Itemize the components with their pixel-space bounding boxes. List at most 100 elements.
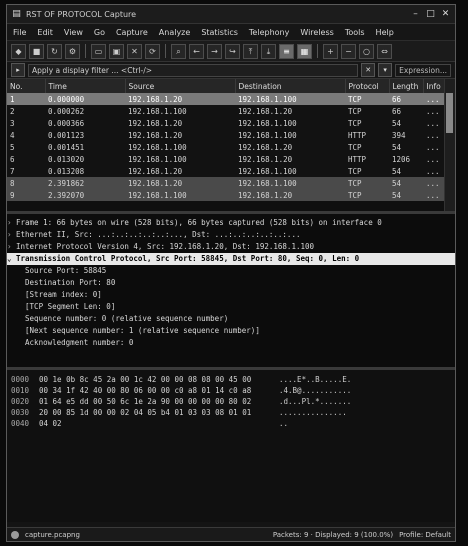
tree-field[interactable]: [TCP Segment Len: 0]	[7, 301, 455, 313]
restart-capture-icon[interactable]: ↻	[47, 43, 62, 59]
toolbar-separator	[165, 44, 166, 58]
save-file-icon[interactable]: ▣	[109, 43, 124, 59]
hex-bytes[interactable]: 00 1e 0b 8c 45 2a 00 1c 42 00 00 08 08 0…	[39, 374, 279, 385]
tree-field[interactable]: Sequence number: 0 (relative sequence nu…	[7, 313, 455, 325]
menu-edit[interactable]: Edit	[37, 28, 53, 37]
packet-protocol: TCP	[345, 189, 389, 201]
menu-file[interactable]: File	[13, 28, 26, 37]
expand-arrow-icon[interactable]: ›	[7, 229, 16, 241]
menu-telephony[interactable]: Telephony	[249, 28, 289, 37]
tree-item-tcp[interactable]: ⌄ Transmission Control Protocol, Src Port…	[7, 253, 455, 265]
start-capture-icon[interactable]: ◆	[11, 43, 26, 59]
last-packet-icon[interactable]: ⤓	[261, 43, 276, 59]
go-back-icon[interactable]: ←	[189, 43, 204, 59]
auto-scroll-icon[interactable]: ≡	[279, 43, 294, 59]
hex-offset: 0000	[11, 375, 30, 384]
menu-tools[interactable]: Tools	[345, 28, 365, 37]
minimize-button[interactable]: –	[410, 9, 421, 20]
packet-no: 5	[7, 141, 45, 153]
reload-file-icon[interactable]: ⟳	[145, 43, 160, 59]
tree-field[interactable]: Source Port: 58845	[7, 265, 455, 277]
tree-item-ipv4[interactable]: › Internet Protocol Version 4, Src: 192.1…	[7, 241, 455, 253]
hex-row[interactable]: 0000 00 1e 0b 8c 45 2a 00 1c 42 00 00 08…	[7, 374, 455, 385]
packet-row[interactable]: 6 0.013020 192.168.1.100 192.168.1.20 HTTP 12…	[7, 153, 455, 165]
go-forward-icon[interactable]: →	[207, 43, 222, 59]
expert-info-icon[interactable]	[11, 530, 19, 539]
packet-row[interactable]: 8 2.391862 192.168.1.20 192.168.1.100 TCP 54.…	[7, 177, 455, 189]
hex-row[interactable]: 0030 20 00 85 1d 00 00 02 04 05 b4 01 03…	[7, 407, 455, 418]
hex-ascii[interactable]: ...............	[279, 407, 347, 418]
hex-ascii[interactable]: ..	[279, 418, 288, 429]
menu-go[interactable]: Go	[94, 28, 105, 37]
column-header-protocol[interactable]: Protocol	[345, 79, 390, 93]
find-packet-icon[interactable]: ⌕	[171, 43, 186, 59]
display-filter-input[interactable]: Apply a display filter ... <Ctrl-/>	[28, 63, 359, 77]
packet-row[interactable]: 5 0.001451 192.168.1.100 192.168.1.20 TCP 54.…	[7, 141, 455, 153]
packet-row[interactable]: 4 0.001123 192.168.1.20 192.168.1.100 HTTP 39…	[7, 129, 455, 141]
packet-row[interactable]: 1 0.000000 192.168.1.20 192.168.1.100 TCP 66.…	[7, 93, 455, 105]
collapse-arrow-icon[interactable]: ⌄	[7, 253, 16, 265]
menu-capture[interactable]: Capture	[116, 28, 148, 37]
hex-ascii[interactable]: .4.B@...........	[279, 385, 351, 396]
tree-item-ethernet[interactable]: › Ethernet II, Src: ...:..:..:..:..:..., …	[7, 229, 455, 241]
menu-view[interactable]: View	[64, 28, 83, 37]
column-header-no[interactable]: No.	[7, 79, 46, 93]
capture-options-icon[interactable]: ⚙	[65, 43, 80, 59]
menu-statistics[interactable]: Statistics	[201, 28, 238, 37]
go-to-packet-icon[interactable]: ↪	[225, 43, 240, 59]
packet-row[interactable]: 2 0.000262 192.168.1.100 192.168.1.20 TCP 66.…	[7, 105, 455, 117]
hex-bytes[interactable]: 20 00 85 1d 00 00 02 04 05 b4 01 03 03 0…	[39, 407, 279, 418]
tree-field[interactable]: [Stream index: 0]	[7, 289, 455, 301]
column-header-time[interactable]: Time	[45, 79, 126, 93]
column-header-destination[interactable]: Destination	[235, 79, 346, 93]
packet-row[interactable]: 3 0.000366 192.168.1.20 192.168.1.100 TCP 54.…	[7, 117, 455, 129]
colorize-icon[interactable]: ▦	[297, 43, 312, 59]
hex-row[interactable]: 0010 00 34 1f 42 40 00 80 06 00 00 c0 a8…	[7, 385, 455, 396]
column-header-source[interactable]: Source	[125, 79, 236, 93]
zoom-out-icon[interactable]: −	[341, 43, 356, 59]
hex-bytes[interactable]: 01 64 e5 dd 00 50 6c 1e 2a 90 00 00 00 0…	[39, 396, 279, 407]
clear-filter-icon[interactable]: ✕	[361, 63, 376, 77]
hex-row[interactable]: 0020 01 64 e5 dd 00 50 6c 1e 2a 90 00 00…	[7, 396, 455, 407]
expression-button[interactable]: Expression...	[395, 63, 451, 77]
hex-bytes[interactable]: 04 02	[39, 418, 279, 429]
scrollbar-thumb[interactable]	[446, 93, 453, 133]
resize-columns-icon[interactable]: ⇔	[377, 43, 392, 59]
packet-list-scrollbar[interactable]	[444, 79, 455, 211]
packet-row[interactable]: 7 0.013208 192.168.1.20 192.168.1.100 TCP 54.…	[7, 165, 455, 177]
tree-field[interactable]: Destination Port: 80	[7, 277, 455, 289]
tree-field[interactable]: [Next sequence number: 1 (relative seque…	[7, 325, 455, 337]
packet-length: 54	[389, 141, 423, 153]
status-profile[interactable]: Profile: Default	[399, 531, 451, 539]
stop-capture-icon[interactable]: ■	[29, 43, 44, 59]
menu-analyze[interactable]: Analyze	[159, 28, 191, 37]
packet-time: 0.013020	[45, 153, 125, 165]
packet-no: 6	[7, 153, 45, 165]
packet-time: 0.001123	[45, 129, 125, 141]
tree-item-frame[interactable]: › Frame 1: 66 bytes on wire (528 bits), 6…	[7, 217, 455, 229]
status-file[interactable]: capture.pcapng	[25, 531, 80, 539]
hex-row[interactable]: 0040 04 02 ..	[7, 418, 455, 429]
menu-wireless[interactable]: Wireless	[300, 28, 333, 37]
packet-destination: 192.168.1.100	[235, 177, 345, 189]
expand-arrow-icon[interactable]: ›	[7, 241, 16, 253]
menu-help[interactable]: Help	[376, 28, 394, 37]
close-file-icon[interactable]: ✕	[127, 43, 142, 59]
tree-field[interactable]: Acknowledgment number: 0	[7, 337, 455, 349]
first-packet-icon[interactable]: ⤒	[243, 43, 258, 59]
zoom-in-icon[interactable]: +	[323, 43, 338, 59]
packet-row[interactable]: 9 2.392070 192.168.1.100 192.168.1.20 TCP 54.…	[7, 189, 455, 201]
packet-destination: 192.168.1.100	[235, 165, 345, 177]
hex-bytes[interactable]: 00 34 1f 42 40 00 80 06 00 00 c0 a8 01 1…	[39, 385, 279, 396]
close-button[interactable]: ✕	[440, 9, 451, 20]
filter-dropdown-icon[interactable]: ▾	[378, 63, 393, 77]
expand-arrow-icon[interactable]: ›	[7, 217, 16, 229]
normal-size-icon[interactable]: ○	[359, 43, 374, 59]
maximize-button[interactable]: □	[425, 9, 436, 20]
column-header-length[interactable]: Length	[389, 79, 424, 93]
bookmark-icon[interactable]: ▸	[11, 63, 25, 77]
hex-ascii[interactable]: ....E*..B.....E.	[279, 374, 351, 385]
open-file-icon[interactable]: ▭	[91, 43, 106, 59]
hex-ascii[interactable]: .d...Pl.*.......	[279, 396, 351, 407]
packet-source: 192.168.1.100	[125, 153, 235, 165]
